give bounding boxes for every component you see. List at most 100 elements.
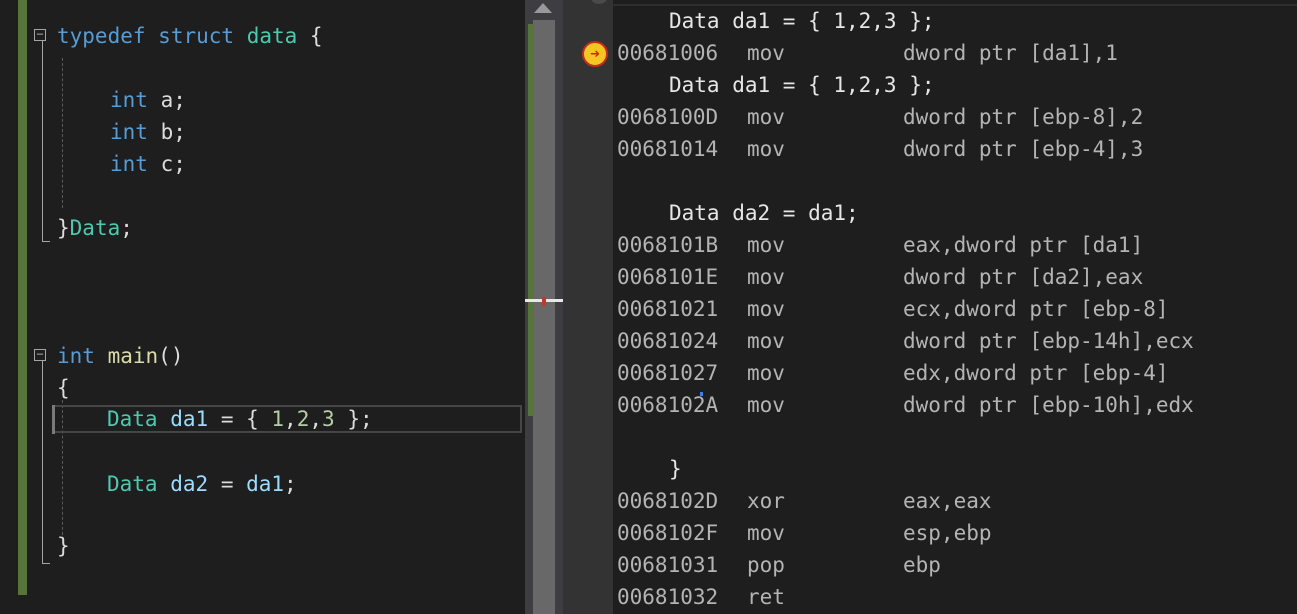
code-token: , xyxy=(309,407,323,431)
disassembly-instruction-row[interactable]: 00681032 ret xyxy=(563,581,1297,613)
disassembly-source-line[interactable]: Data da2 = da1; xyxy=(669,197,859,229)
code-token: , xyxy=(284,407,297,431)
code-token: Data xyxy=(107,407,158,431)
instruction-opcode: mov xyxy=(747,105,785,129)
disassembly-instruction-row[interactable]: 00681006 mov dword ptr [da1],1 xyxy=(563,37,1297,69)
code-line[interactable]: Data da2 = da1; xyxy=(107,468,297,500)
instruction-address: 00681014 xyxy=(617,137,719,161)
instruction-operands: dword ptr [ebp-10h],edx xyxy=(903,393,1194,417)
text-caret xyxy=(700,392,703,396)
instruction-operands: ecx,dword ptr [ebp-8] xyxy=(903,297,1169,321)
instruction-opcode: mov xyxy=(747,361,785,385)
disassembly-instruction-row[interactable]: 0068102F mov esp,ebp xyxy=(563,517,1297,549)
disassembly-instruction-row[interactable]: 00681031 pop ebp xyxy=(563,549,1297,581)
instruction-operands: dword ptr [ebp-8],2 xyxy=(903,105,1144,129)
instruction-opcode: mov xyxy=(747,329,785,353)
code-line[interactable]: typedef struct data { xyxy=(57,20,323,52)
disassembly-instruction-row[interactable]: 0068102A mov dword ptr [ebp-10h],edx xyxy=(563,389,1297,421)
scroll-up-arrow-icon[interactable] xyxy=(534,3,552,13)
code-token: data xyxy=(246,24,298,48)
instruction-address: 0068101B xyxy=(617,233,719,257)
code-line[interactable]: int a; xyxy=(110,84,186,116)
code-token: = { xyxy=(208,407,272,431)
instruction-address: 00681027 xyxy=(617,361,719,385)
collapse-main-icon[interactable]: − xyxy=(34,348,46,361)
code-token: 3 xyxy=(322,407,335,431)
code-token: }; xyxy=(334,407,373,431)
instruction-opcode: mov xyxy=(747,41,785,65)
instruction-opcode: mov xyxy=(747,297,785,321)
instruction-opcode: mov xyxy=(747,233,785,257)
disassembly-instruction-row[interactable]: 00681014 mov dword ptr [ebp-4],3 xyxy=(563,133,1297,165)
instruction-operands: dword ptr [da2],eax xyxy=(903,265,1144,289)
code-token: 1 xyxy=(271,407,285,431)
instruction-address: 00681032 xyxy=(617,585,719,609)
instruction-address: 00681006 xyxy=(617,41,719,65)
disassembly-instruction-row[interactable]: 0068102D xor eax,eax xyxy=(563,485,1297,517)
code-token: int xyxy=(57,344,95,368)
code-token: } xyxy=(57,216,70,240)
current-line-marker xyxy=(52,405,55,434)
disassembly-source-line[interactable]: Data da1 = { 1,2,3 }; xyxy=(669,5,935,37)
disassembly-instruction-row[interactable]: 0068101B mov eax,dword ptr [da1] xyxy=(563,229,1297,261)
instruction-address: 0068100D xyxy=(617,105,719,129)
code-line[interactable]: int b; xyxy=(110,116,186,148)
instruction-address: 00681031 xyxy=(617,553,719,577)
code-token: da2 xyxy=(170,472,209,496)
code-token: c; xyxy=(147,152,186,176)
change-tracking-bar xyxy=(18,0,27,595)
disassembly-instruction-row[interactable]: 00681021 mov ecx,dword ptr [ebp-8] xyxy=(563,293,1297,325)
collapse-struct-icon[interactable]: − xyxy=(34,28,46,41)
code-token: 2 xyxy=(296,407,310,431)
code-token: { xyxy=(57,376,70,400)
code-line[interactable]: { xyxy=(57,372,70,404)
disassembly-source-line[interactable]: Data da1 = { 1,2,3 }; xyxy=(669,69,935,101)
disassembly-instruction-row[interactable]: 0068100D mov dword ptr [ebp-8],2 xyxy=(563,101,1297,133)
code-token: int xyxy=(110,152,148,176)
code-line[interactable]: }Data; xyxy=(57,212,133,244)
code-token: int xyxy=(110,120,148,144)
instruction-opcode: mov xyxy=(747,137,785,161)
instruction-operands: eax,dword ptr [da1] xyxy=(903,233,1144,257)
vertical-scrollbar[interactable] xyxy=(525,0,563,614)
instruction-operands: esp,ebp xyxy=(903,521,992,545)
source-editor[interactable]: − − typedef struct data { int a; int b; … xyxy=(0,0,525,614)
code-line[interactable]: Data da1 = { 1,2,3 }; xyxy=(107,403,373,435)
code-token: = xyxy=(208,472,247,496)
code-line[interactable]: } xyxy=(57,530,70,562)
code-token: Data xyxy=(107,472,158,496)
editor-gutter xyxy=(0,0,18,614)
instruction-address: 0068102D xyxy=(617,489,719,513)
code-token: { xyxy=(297,24,323,48)
code-token: da1 xyxy=(170,407,209,431)
scrollbar-change-marker xyxy=(528,24,534,416)
instruction-address: 0068102F xyxy=(617,521,719,545)
code-line[interactable]: int c; xyxy=(110,148,186,180)
disassembly-instruction-row[interactable]: 0068101E mov dword ptr [da2],eax xyxy=(563,261,1297,293)
instruction-operands: eax,eax xyxy=(903,489,992,513)
disassembly-source-line[interactable]: } xyxy=(669,453,682,485)
instruction-address: 00681021 xyxy=(617,297,719,321)
code-token: da1 xyxy=(246,472,285,496)
disassembly-instruction-row[interactable]: 00681024 mov dword ptr [ebp-14h],ecx xyxy=(563,325,1297,357)
code-line[interactable]: int main() xyxy=(57,340,183,372)
scrollbar-track[interactable] xyxy=(533,20,555,614)
instruction-address: 00681024 xyxy=(617,329,719,353)
instruction-operands: dword ptr [ebp-14h],ecx xyxy=(903,329,1194,353)
struct-indent-guide xyxy=(62,58,63,208)
main-outline-end xyxy=(42,563,50,564)
disassembly-instruction-row[interactable]: 00681027 mov edx,dword ptr [ebp-4] xyxy=(563,357,1297,389)
code-token: int xyxy=(110,88,148,112)
instruction-opcode: mov xyxy=(747,521,785,545)
code-token: Data xyxy=(69,216,121,240)
scrollbar-breakpoint-marker xyxy=(542,297,546,306)
code-token: ; xyxy=(120,216,133,240)
code-token: } xyxy=(57,534,70,558)
disassembly-window[interactable]: ➜ Data da1 = { 1,2,3 }; 00681006 mov dword … xyxy=(563,0,1297,614)
code-token: struct xyxy=(158,24,235,48)
code-token: () xyxy=(158,344,184,368)
code-token: ; xyxy=(284,472,297,496)
